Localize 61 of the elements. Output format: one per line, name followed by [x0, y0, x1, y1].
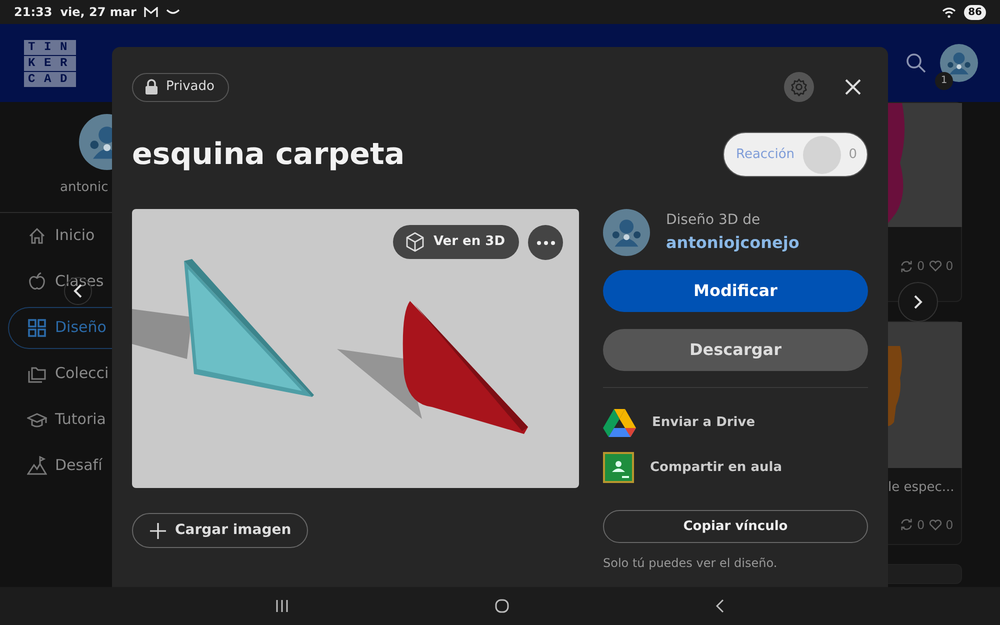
wifi-icon	[942, 6, 956, 18]
grid-icon	[27, 318, 47, 338]
date-text: vie, 27 mar	[60, 4, 136, 21]
download-button[interactable]: Descargar	[603, 329, 868, 371]
design-card[interactable]: 0 0	[888, 102, 962, 302]
sidebar-item[interactable]: Desafí	[0, 442, 112, 488]
close-icon[interactable]	[844, 78, 862, 96]
sidebar-item[interactable]: Colecci	[0, 350, 112, 396]
share-option[interactable]: Enviar a Drive	[603, 400, 868, 445]
smile-icon	[166, 9, 180, 15]
notification-badge: 1	[935, 72, 953, 90]
back-icon[interactable]	[715, 599, 725, 613]
remix-count: 0	[917, 516, 925, 534]
username: antonic	[60, 179, 110, 197]
sidebar-item[interactable]: Inicio	[0, 212, 112, 258]
mountain-flag-icon	[27, 456, 47, 476]
heart-icon	[928, 260, 942, 272]
upload-image-button[interactable]: Cargar imagen	[132, 513, 308, 548]
settings-icon	[790, 77, 808, 97]
more-icon	[536, 240, 554, 244]
remix-icon	[900, 260, 913, 272]
clock-time: 21:33	[14, 4, 52, 21]
privacy-button[interactable]: Privado	[132, 72, 230, 102]
share-option[interactable]: Compartir en aula	[603, 445, 868, 490]
copy-link-button[interactable]: Copiar vínculo	[603, 510, 868, 543]
remix-icon	[900, 518, 913, 531]
sidebar-item[interactable]: Clases	[0, 258, 112, 304]
apple-icon	[27, 272, 47, 292]
recent-apps-icon[interactable]	[275, 599, 289, 613]
home-icon	[27, 226, 47, 246]
avatar	[940, 44, 978, 82]
chevron-right-icon	[913, 294, 923, 310]
plus-icon	[149, 522, 167, 540]
classroom-icon	[603, 452, 634, 483]
like-count: 0	[946, 516, 954, 534]
author-caption: Diseño 3D de	[666, 211, 762, 230]
sidebar-item[interactable]: Diseño	[8, 306, 112, 348]
battery-level: 86	[964, 4, 986, 20]
heart-icon	[928, 518, 942, 530]
view-3d-button[interactable]: Ver en 3D	[393, 225, 519, 259]
sidebar-item[interactable]: Tutoria	[0, 396, 112, 442]
drive-icon	[603, 408, 636, 438]
design-title: esquina carpeta	[132, 136, 405, 172]
design-card[interactable]: le espec... 0 0	[888, 321, 962, 545]
lock-icon	[145, 79, 158, 95]
home-button-icon[interactable]	[495, 599, 509, 613]
like-count: 0	[946, 258, 954, 275]
card-title: le espec...	[888, 479, 956, 497]
cube-icon	[405, 232, 426, 252]
search-icon[interactable]	[906, 53, 926, 73]
reaction-count: 0	[848, 146, 857, 164]
logo-text: CAD	[24, 72, 76, 86]
author-link[interactable]: antoniojconejo	[666, 231, 800, 255]
visibility-note: Solo tú puedes ver el diseño.	[603, 555, 778, 572]
logo-text: KER	[24, 56, 76, 70]
remix-count: 0	[917, 258, 925, 275]
author-avatar	[603, 209, 650, 256]
logo-text: TIN	[24, 40, 76, 54]
mail-icon	[144, 6, 158, 18]
reaction-knob	[802, 136, 841, 174]
modify-button[interactable]: Modificar	[603, 270, 868, 312]
